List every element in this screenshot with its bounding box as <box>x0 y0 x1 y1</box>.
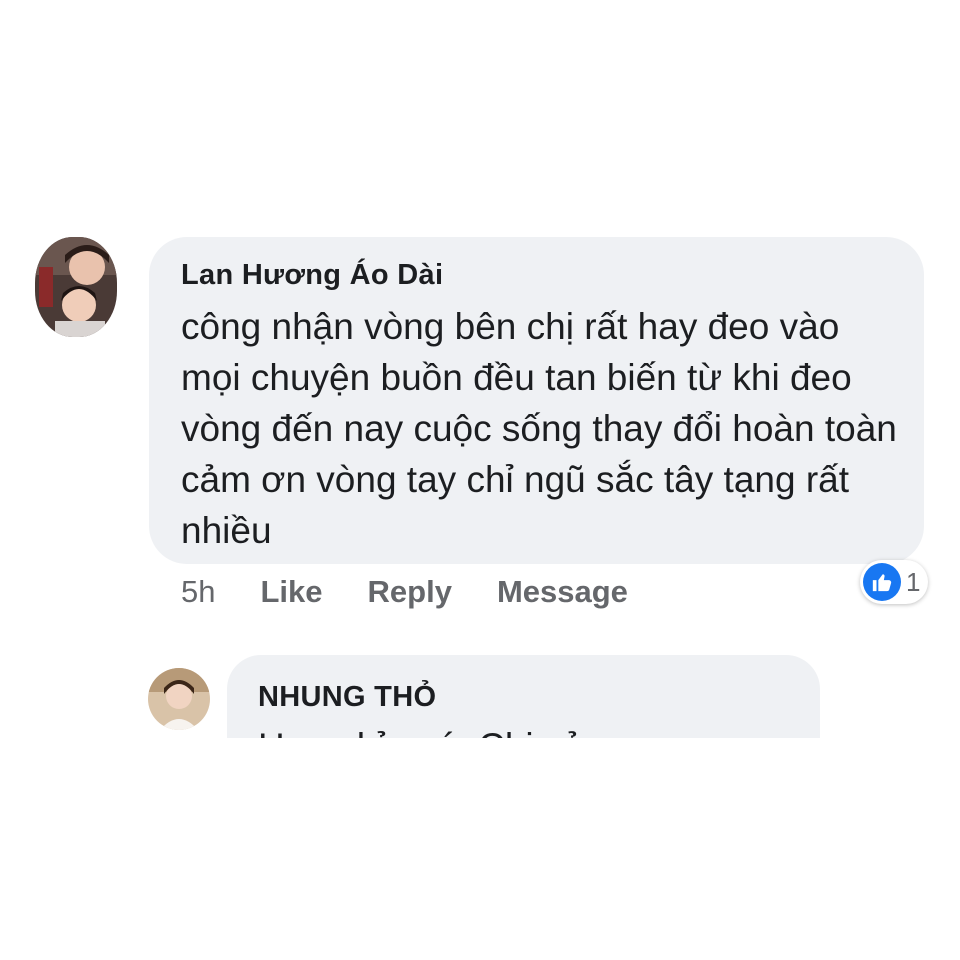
profile-photo <box>35 237 117 337</box>
avatar[interactable] <box>35 237 117 337</box>
comment-text: công nhận vòng bên chị rất hay đeo vào m… <box>181 306 897 551</box>
like-button[interactable]: Like <box>260 574 322 610</box>
comment-timestamp[interactable]: 5h <box>181 574 215 610</box>
avatar[interactable] <box>148 668 210 730</box>
profile-photo <box>148 668 210 730</box>
comment-bubble: Lan Hương Áo Dài công nhận vòng bên chị … <box>149 237 924 564</box>
like-thumbs-up-icon <box>863 563 901 601</box>
reaction-count: 1 <box>906 566 921 597</box>
comment-author-name[interactable]: Lan Hương Áo Dài <box>181 259 443 292</box>
reply-button[interactable]: Reply <box>368 574 452 610</box>
reaction-summary[interactable]: 1 <box>860 560 929 604</box>
page: Lan Hương Áo Dài công nhận vòng bên chị … <box>0 0 960 960</box>
comment-bubble: NHUNG THỎ Hoan hỉ quá. Chị cảm ơn em <box>227 655 820 738</box>
comment-thread: Lan Hương Áo Dài công nhận vòng bên chị … <box>0 222 960 738</box>
message-button[interactable]: Message <box>497 574 628 610</box>
comment-author-name[interactable]: NHUNG THỎ <box>258 681 436 714</box>
comment-text: Hoan hỉ quá. Chị cảm ơn em <box>258 721 818 738</box>
comment-actions: 5h Like Reply Message <box>181 574 673 610</box>
